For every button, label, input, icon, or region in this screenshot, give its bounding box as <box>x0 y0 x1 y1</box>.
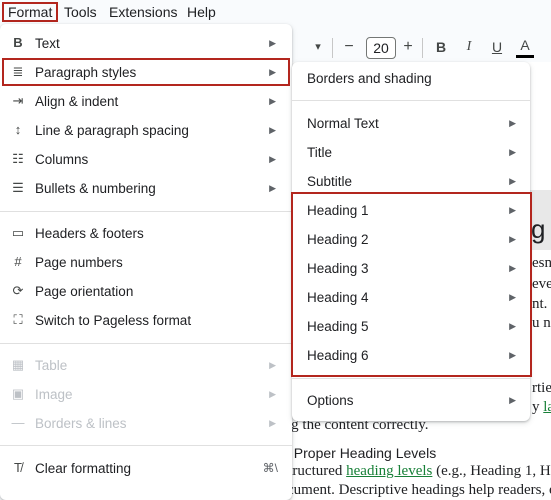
doc-text-line: e structured heading levels (e.g., Headi… <box>272 463 551 480</box>
clear-formatting-icon: T̸ <box>14 460 22 475</box>
menu-divider <box>292 378 530 379</box>
doc-text-fragment: u n <box>532 315 551 331</box>
doc-text-fragment: ever <box>532 276 551 292</box>
menu-item-label: Headers & footers <box>35 226 144 241</box>
bullets-icon: ☰ <box>12 180 24 195</box>
menu-item-text[interactable]: B Text ▶ <box>0 29 292 58</box>
menu-format[interactable]: Format <box>2 2 59 22</box>
submenu-arrow-icon: ▶ <box>509 395 516 405</box>
menu-item-align-indent[interactable]: ⇥ Align & indent ▶ <box>0 87 292 116</box>
menu-item-page-orientation[interactable]: ⟳ Page orientation <box>0 277 292 306</box>
submenu-arrow-icon: ▶ <box>509 147 516 157</box>
font-size-input[interactable]: 20 <box>366 37 396 59</box>
menu-item-page-numbers[interactable]: # Page numbers <box>0 248 292 277</box>
menu-item-columns[interactable]: ☷ Columns ▶ <box>0 145 292 174</box>
menu-item-label: Title <box>307 145 333 160</box>
menu-divider <box>0 445 292 446</box>
menu-item-normal-text[interactable]: Normal Text ▶ <box>292 109 530 138</box>
toolbar: ▾ − 20 + B I U A <box>292 32 551 62</box>
doc-text-line: y la <box>532 399 551 416</box>
submenu-arrow-icon: ▶ <box>269 154 276 164</box>
highlight-heading-items <box>291 192 532 377</box>
menu-item-label: Columns <box>35 152 89 167</box>
submenu-arrow-icon: ▶ <box>269 125 276 135</box>
menu-item-label: Normal Text <box>307 116 379 131</box>
doc-text-fragment: rtie <box>532 380 551 396</box>
menu-item-label: Bullets & numbering <box>35 181 156 196</box>
doc-subheading: ply Proper Heading Levels <box>272 445 437 461</box>
app-window: Format Tools Extensions Help ▾ − 20 + B … <box>0 0 551 500</box>
italic-button[interactable]: I <box>460 32 478 62</box>
menu-help[interactable]: Help <box>183 2 220 22</box>
doc-link[interactable]: la <box>543 399 551 415</box>
menu-item-table: ▦ Table ▶ <box>0 351 292 380</box>
font-dropdown-chevron-icon[interactable]: ▾ <box>310 32 326 62</box>
submenu-arrow-icon: ▶ <box>269 389 276 399</box>
pageless-icon: ⛶ <box>13 312 23 327</box>
submenu-arrow-icon: ▶ <box>509 118 516 128</box>
submenu-arrow-icon: ▶ <box>269 183 276 193</box>
menu-tools[interactable]: Tools <box>60 2 101 22</box>
toolbar-divider <box>332 38 333 58</box>
doc-text-fragment: nt. , <box>532 296 551 312</box>
menu-item-clear-formatting[interactable]: T̸ Clear formatting ⌘\ <box>0 454 292 483</box>
headers-footers-icon: ▭ <box>11 225 25 240</box>
doc-link-heading-levels[interactable]: heading levels <box>346 463 432 479</box>
menu-item-title[interactable]: Title ▶ <box>292 138 530 167</box>
menu-bar: Format Tools Extensions Help <box>0 0 551 24</box>
align-indent-icon: ⇥ <box>12 93 24 108</box>
toolbar-divider <box>422 38 423 58</box>
submenu-arrow-icon: ▶ <box>269 96 276 106</box>
menu-item-borders-shading[interactable]: Borders and shading <box>292 64 530 93</box>
format-menu: B Text ▶ ≣ Paragraph styles ▶ ⇥ Align & … <box>0 24 292 500</box>
menu-divider <box>0 343 292 344</box>
menu-item-label: Page numbers <box>35 255 123 270</box>
menu-item-options[interactable]: Options ▶ <box>292 386 530 415</box>
decrease-font-size-button[interactable]: − <box>340 32 358 62</box>
menu-item-label: Options <box>307 393 354 408</box>
menu-item-label: Align & indent <box>35 94 119 109</box>
menu-item-label: Borders & lines <box>35 416 127 431</box>
menu-extensions[interactable]: Extensions <box>105 2 181 22</box>
doc-text: (e.g., Heading 1, H <box>432 463 551 479</box>
menu-item-line-spacing[interactable]: ↕ Line & paragraph spacing ▶ <box>0 116 292 145</box>
menu-item-image: ▣ Image ▶ <box>0 380 292 409</box>
menu-divider <box>0 211 292 212</box>
line-spacing-icon: ↕ <box>14 122 22 137</box>
underline-button[interactable]: U <box>488 32 506 62</box>
borders-lines-icon: — <box>11 415 25 430</box>
columns-icon: ☷ <box>12 151 24 166</box>
doc-text-line: document. Descriptive headings help read… <box>272 482 551 498</box>
menu-item-label: Line & paragraph spacing <box>35 123 189 138</box>
menu-divider <box>292 100 530 101</box>
table-icon: ▦ <box>11 357 25 372</box>
bold-button[interactable]: B <box>432 32 450 62</box>
doc-text: y <box>532 399 544 415</box>
menu-item-bullets-numbering[interactable]: ☰ Bullets & numbering ▶ <box>0 174 292 203</box>
menu-item-label: Table <box>35 358 68 373</box>
menu-item-headers-footers[interactable]: ▭ Headers & footers <box>0 219 292 248</box>
page-orientation-icon: ⟳ <box>12 283 24 298</box>
image-icon: ▣ <box>11 386 25 401</box>
submenu-arrow-icon: ▶ <box>269 418 276 428</box>
submenu-arrow-icon: ▶ <box>269 360 276 370</box>
menu-item-label: Page orientation <box>35 284 134 299</box>
text-color-button[interactable]: A <box>516 32 534 58</box>
menu-item-label: Switch to Pageless format <box>35 313 192 328</box>
menu-item-switch-pageless[interactable]: ⛶ Switch to Pageless format <box>0 306 292 335</box>
increase-font-size-button[interactable]: + <box>400 32 416 62</box>
bold-icon: B <box>13 35 23 50</box>
shortcut-label: ⌘\ <box>262 461 278 475</box>
submenu-arrow-icon: ▶ <box>269 38 276 48</box>
highlight-paragraph-styles <box>2 58 290 86</box>
menu-item-borders-lines: — Borders & lines ▶ <box>0 409 292 438</box>
menu-item-label: Clear formatting <box>35 461 132 476</box>
doc-text-fragment: esn <box>532 255 551 271</box>
page-numbers-icon: # <box>14 254 22 269</box>
menu-item-label: Image <box>35 387 73 402</box>
menu-item-label: Borders and shading <box>307 71 432 86</box>
menu-item-label: Text <box>35 36 60 51</box>
document-heading-fragment: g <box>531 214 546 244</box>
